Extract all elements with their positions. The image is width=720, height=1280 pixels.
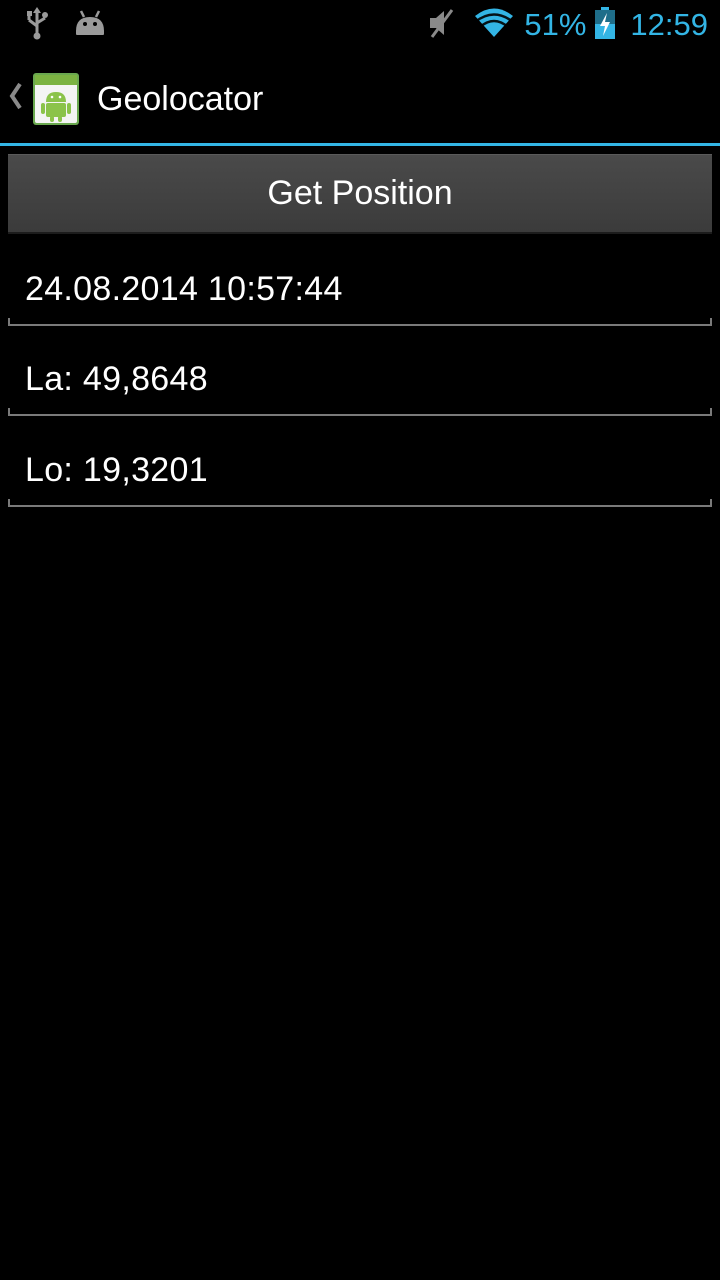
wifi-icon [474,7,515,44]
action-bar-divider [0,143,720,146]
status-bar-system: 51% 12:59 [426,0,708,50]
muted-speaker-icon [426,7,456,44]
android-debug-icon [74,9,106,42]
clock: 12:59 [630,7,708,42]
status-bar-notifications [22,6,106,45]
action-bar: Geolocator [0,50,720,143]
battery-charging-icon [594,6,616,45]
datetime-value: 24.08.2014 10:57:44 [25,270,343,308]
android-app-icon[interactable] [32,72,80,126]
battery-percent: 51% [524,7,587,42]
field-underline [8,499,712,507]
field-underline [8,408,712,416]
longitude-value: Lo: 19,3201 [25,451,208,489]
usb-icon [22,6,52,45]
app-title: Geolocator [97,80,264,118]
latitude-value: La: 49,8648 [25,360,208,398]
datetime-field[interactable]: 24.08.2014 10:57:44 [8,256,712,326]
get-position-button[interactable]: Get Position [8,154,712,234]
chevron-left-icon[interactable] [6,78,24,114]
status-bar: 51% 12:59 [0,0,720,50]
field-underline [8,318,712,326]
latitude-field[interactable]: La: 49,8648 [8,346,712,416]
longitude-field[interactable]: Lo: 19,3201 [8,437,712,507]
